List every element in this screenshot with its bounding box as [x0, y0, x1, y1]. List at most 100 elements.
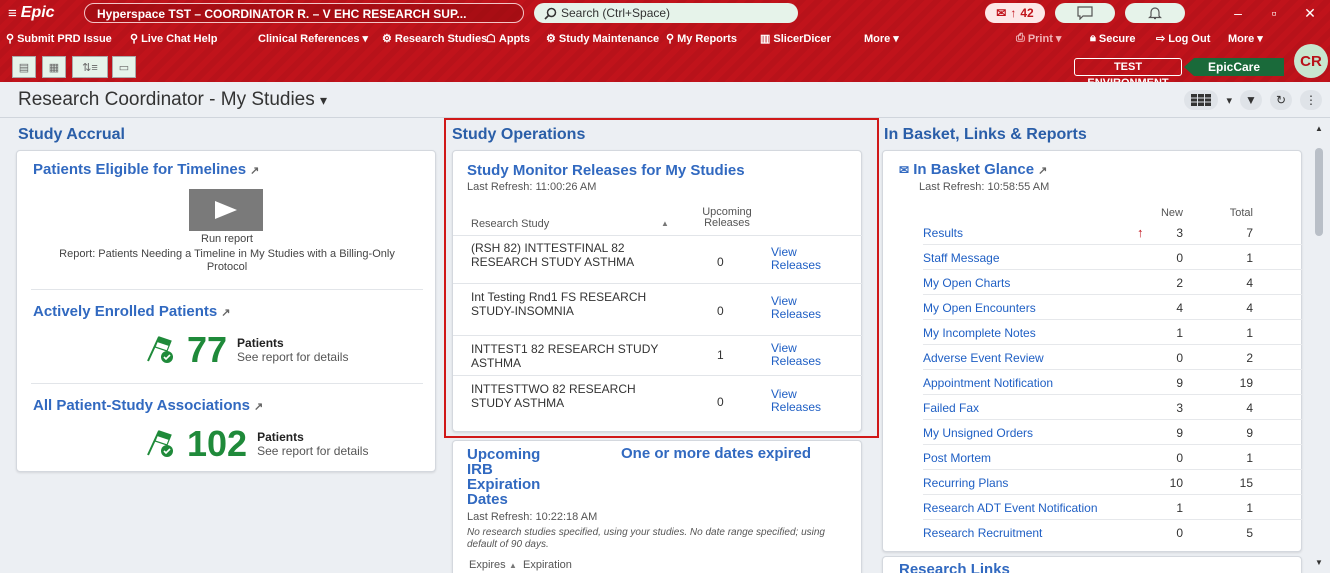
mail-button[interactable]: ✉ ↑ 42 [985, 3, 1045, 23]
inbasket-row[interactable]: Staff Message 0 1 [923, 246, 1303, 270]
inbasket-glance-card: ✉ In Basket Glance ↗ Last Refresh: 10:58:… [882, 150, 1303, 552]
secure-button[interactable]: 🔒︎ Secure [1090, 32, 1136, 45]
dropdown-caret-icon: ▾ [1257, 33, 1263, 45]
dropdown-caret-icon: ▾ [320, 92, 328, 108]
chart-icon: ▤ [18, 61, 30, 74]
refresh-button[interactable]: ↻ [1270, 90, 1292, 110]
chart-icon: ▥ [760, 33, 771, 45]
refresh-icon: ↻ [1275, 93, 1287, 107]
external-link-icon: ↗ [1038, 165, 1048, 177]
inbasket-row[interactable]: Post Mortem 0 1 [923, 446, 1303, 470]
mail-icon: ✉ [899, 163, 910, 177]
toolbar-chat-button[interactable]: ▭ [112, 56, 136, 78]
active-count: 77 [187, 329, 228, 370]
lock-icon: 🔒︎ [1090, 32, 1096, 44]
kebab-icon: ⋮ [1305, 93, 1317, 107]
list-icon: ⇅≡ [82, 61, 98, 74]
mail-count: 42 [1020, 6, 1034, 20]
chat-icon: ▭ [118, 61, 130, 74]
clinical-references-menu[interactable]: Clinical References ▾ [258, 32, 369, 46]
inbasket-row[interactable]: Adverse Event Review 0 2 [923, 346, 1303, 370]
more-menu[interactable]: More ▾ [864, 32, 899, 46]
external-link-icon: ↗ [253, 401, 264, 413]
inbasket-row[interactable]: My Incomplete Notes 1 1 [923, 321, 1303, 345]
inbasket-row[interactable]: My Open Charts 2 4 [923, 271, 1303, 295]
inbasket-row[interactable]: Research ADT Event Notification 1 1 [923, 496, 1303, 520]
inbasket-row[interactable]: Appointment Notification 9 19 [923, 371, 1303, 395]
layout-button[interactable] [1184, 90, 1219, 110]
live-chat-help-link[interactable]: ⚲ Live Chat Help [130, 32, 217, 46]
page-header: Research Coordinator - My Studies ▾ ▾ ▼ … [0, 82, 1330, 118]
run-report-button[interactable] [189, 189, 263, 231]
vertical-scrollbar[interactable]: ▲ ▼ [1311, 120, 1327, 573]
chat-icon [1077, 6, 1093, 20]
top-bar: ≡ Epic Hyperspace TST – COORDINATOR R. –… [0, 0, 1330, 89]
search-box[interactable]: Search (Ctrl+Space) [534, 3, 798, 23]
more-right-menu[interactable]: More ▾ [1228, 32, 1263, 46]
inbasket-row[interactable]: Research Recruitment 0 5 [923, 521, 1303, 545]
layout-caret-icon[interactable]: ▾ [1226, 94, 1232, 107]
inbasket-row[interactable]: Recurring Plans 10 15 [923, 471, 1303, 495]
epic-logo: Epic [20, 4, 55, 21]
inbasket-column-title: In Basket, Links & Reports [884, 126, 1087, 143]
inbasket-row[interactable]: Failed Fax 3 4 [923, 396, 1303, 420]
inbasket-row[interactable]: Results ↑ 3 7 [923, 221, 1303, 245]
dropdown-caret-icon: ▾ [362, 33, 369, 45]
irb-expiration-card: Upcoming IRB Expiration Dates One or mor… [452, 440, 862, 573]
study-maintenance-link[interactable]: ⚙ Study Maintenance [546, 32, 659, 46]
study-accrual-title: Study Accrual [18, 126, 125, 143]
all-associations-link[interactable]: All Patient-Study Associations ↗ [33, 397, 263, 414]
printer-icon: ⎙ [1016, 32, 1025, 44]
filter-button[interactable]: ▼ [1240, 90, 1262, 110]
window-title[interactable]: Hyperspace TST – COORDINATOR R. – V EHC … [84, 3, 524, 23]
irb-note: No research studies specified, using you… [467, 527, 825, 550]
highlight-box [444, 118, 879, 438]
active-stat[interactable]: 77 Patients See report for details [145, 329, 348, 371]
maintenance-icon: ⚙ [546, 33, 556, 45]
appts-link[interactable]: ☖ Appts [486, 32, 530, 46]
search-icon: ⚲ [666, 33, 675, 45]
inbasket-glance-link[interactable]: ✉ In Basket Glance ↗ [899, 161, 1047, 178]
inbasket-row[interactable]: My Unsigned Orders 9 9 [923, 421, 1303, 445]
inbasket-row[interactable]: My Open Encounters 4 4 [923, 296, 1303, 320]
search-icon: ⚲ [6, 33, 15, 45]
all-stat[interactable]: 102 Patients See report for details [145, 423, 368, 465]
logout-icon: ⇨ [1156, 33, 1166, 45]
external-link-icon: ↗ [250, 165, 260, 177]
maximize-button[interactable]: ▫ [1262, 3, 1286, 23]
submit-prd-issue-link[interactable]: ⚲ Submit PRD Issue [6, 32, 112, 46]
notifications-button[interactable] [1125, 3, 1185, 23]
checkered-flag-icon [147, 430, 173, 457]
scroll-up-icon[interactable]: ▲ [1315, 124, 1323, 133]
sort-up-icon[interactable]: ▲ [509, 561, 517, 570]
scroll-down-icon[interactable]: ▼ [1315, 558, 1323, 567]
print-button[interactable]: ⎙ Print ▾ [1016, 32, 1061, 45]
toolbar-list-button[interactable]: ⇅≡ [72, 56, 108, 78]
active-sub: See report for details [237, 350, 349, 364]
divider [31, 289, 423, 290]
col-expires[interactable]: Expires [469, 559, 506, 571]
eligible-timelines-link[interactable]: Patients Eligible for Timelines ↗ [33, 161, 259, 178]
scrollbar-thumb[interactable] [1315, 148, 1323, 236]
bell-icon [1148, 7, 1162, 20]
play-icon [215, 201, 237, 219]
slicerdicer-link[interactable]: ▥ SlicerDicer [760, 32, 831, 46]
actively-enrolled-link[interactable]: Actively Enrolled Patients ↗ [33, 303, 230, 320]
toolbar-calendar-button[interactable]: ▦ [42, 56, 66, 78]
page-title-dropdown[interactable]: Research Coordinator - My Studies ▾ [18, 89, 327, 111]
col-expiration[interactable]: Expiration [523, 559, 572, 571]
chat-button[interactable] [1055, 3, 1115, 23]
toolbar-chart-button[interactable]: ▤ [12, 56, 36, 78]
all-label: Patients [257, 430, 304, 444]
dropdown-caret-icon: ▾ [893, 33, 899, 45]
minimize-button[interactable]: – [1226, 3, 1250, 23]
research-studies-link[interactable]: ⚙ Research Studies [382, 32, 487, 46]
all-sub: See report for details [257, 444, 369, 458]
my-reports-link[interactable]: ⚲ My Reports [666, 32, 737, 46]
more-options-button[interactable]: ⋮ [1300, 90, 1322, 110]
close-button[interactable]: ✕ [1298, 3, 1322, 23]
log-out-button[interactable]: ⇨ Log Out [1156, 32, 1210, 46]
irb-title: Upcoming IRB Expiration Dates [467, 446, 541, 508]
epic-menu-button[interactable]: ≡ Epic [8, 4, 55, 22]
col-new: New [1160, 207, 1183, 219]
